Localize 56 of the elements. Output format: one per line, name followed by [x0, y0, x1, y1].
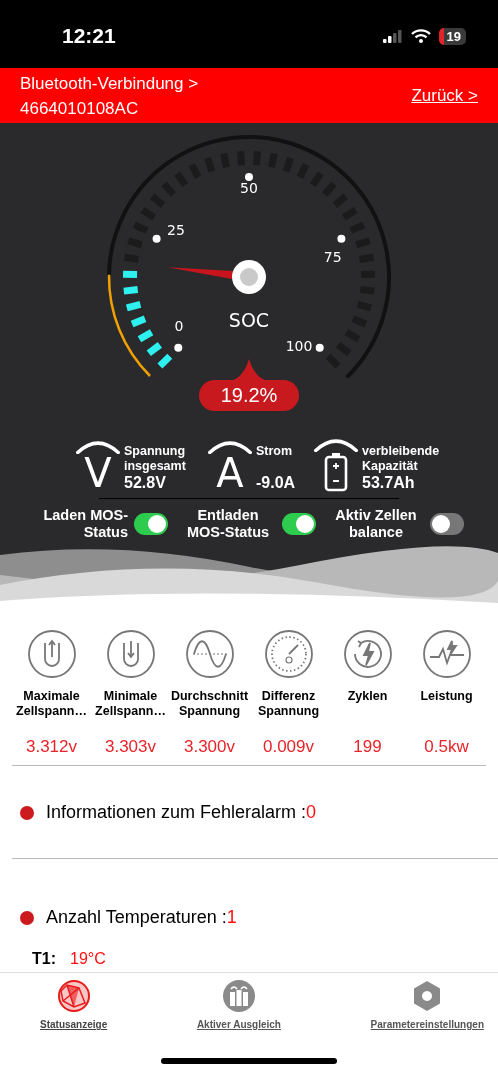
- gauge-tick-label: 25: [167, 222, 185, 239]
- reading-label: Strom: [256, 444, 294, 459]
- metric-value: 3.303v: [104, 737, 156, 757]
- back-link[interactable]: Zurück >: [411, 85, 478, 106]
- metric-value: 3.300v: [183, 737, 235, 757]
- metric-label: Differenz Spannung: [256, 689, 321, 720]
- metric-value: 0.009v: [262, 737, 314, 757]
- metric-label: Minimale Zellspann…: [94, 689, 167, 720]
- bullet-icon: [20, 805, 34, 820]
- info-label: Informationen zum Fehleralarm :0: [46, 802, 317, 823]
- dial-icon: [263, 629, 314, 679]
- toggle-switch[interactable]: [430, 513, 464, 535]
- metric-value: 0.5kw: [424, 737, 469, 757]
- wifi-icon: [410, 29, 431, 43]
- toggle-switch[interactable]: [134, 513, 168, 535]
- nav-tab[interactable]: Parametereinstellungen: [370, 979, 484, 1044]
- metric-label: Leistung: [419, 689, 474, 705]
- gauge-tick-label: 100: [285, 337, 313, 354]
- toggle-switch[interactable]: [282, 513, 316, 535]
- nav-tab[interactable]: Statusanzeige: [40, 979, 108, 1044]
- temperature-value: 19°C: [70, 950, 106, 968]
- reading-value: 53.7Ah: [362, 474, 416, 492]
- wave-icon: [184, 629, 235, 679]
- status-time: 12:21: [62, 24, 116, 48]
- gauge-tick-label: 50: [240, 180, 258, 196]
- metric-label: Zyklen: [346, 689, 389, 705]
- cycle-icon: [342, 629, 393, 679]
- toggle-label: Laden MOS-Status: [42, 507, 128, 541]
- needle-hub: [232, 260, 266, 294]
- gauge-tick-label: 0: [174, 318, 184, 334]
- reading-icon: [312, 438, 360, 492]
- battery-indicator: 19: [438, 27, 466, 45]
- bullet-icon: [20, 910, 34, 925]
- metric-value: 3.312v: [25, 737, 77, 757]
- toggle-label: Entladen MOS-Status: [185, 507, 271, 541]
- pulse-icon: [421, 629, 472, 679]
- connection-title: Bluetooth-Verbindung >: [20, 72, 199, 95]
- gauge-label: SOC: [228, 309, 270, 331]
- metric-label: Maximale Zellspann…: [15, 689, 88, 720]
- nav-tab[interactable]: Aktiver Ausgleich: [196, 979, 281, 1044]
- reading-label: Spannung insgesamt: [124, 444, 187, 474]
- signal-icon: [382, 29, 403, 43]
- info-label: Anzahl Temperaturen :1: [46, 907, 237, 928]
- metric-value: 199: [353, 737, 382, 757]
- reading-value: -9.0A: [256, 474, 297, 492]
- cells-icon: [221, 979, 256, 1013]
- gauge-tick-label: 75: [323, 248, 342, 265]
- device-id: 4664010108AC: [20, 97, 140, 120]
- up-icon: [26, 629, 77, 679]
- sensor-name: T1:: [32, 950, 56, 968]
- metric-label: Durchschnitt Spannung: [170, 689, 249, 720]
- network-icon: [56, 979, 91, 1013]
- reading-value: 52.8V: [124, 474, 167, 492]
- down-icon: [105, 629, 156, 679]
- toggle-label: Aktiv Zellen balance: [334, 507, 418, 541]
- reading-label: verbleibende Kapazität: [362, 444, 441, 474]
